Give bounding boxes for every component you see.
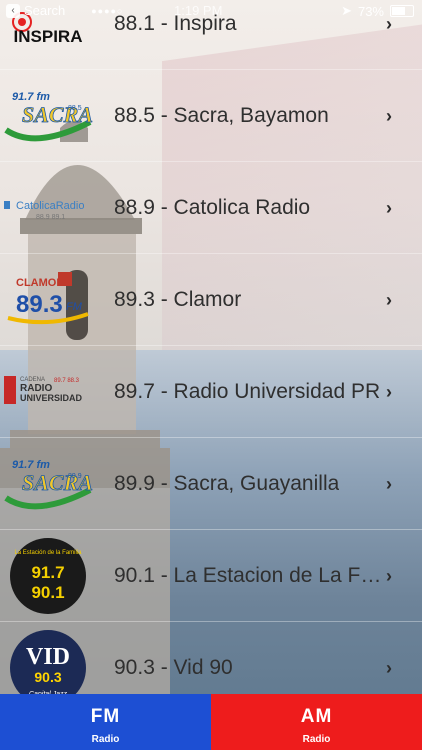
station-logo: CLAMOR 89.3 FM <box>0 260 96 340</box>
tab-am-sublabel: Radio <box>302 734 331 745</box>
station-logo-text: UNIVERSIDAD <box>20 393 83 403</box>
station-name: 89.9 - Sacra, Guayanilla <box>114 472 340 495</box>
station-row[interactable]: CADENA RADIO UNIVERSIDAD 89.7 88.3 89.7 … <box>0 346 422 438</box>
station-logo: CADENA RADIO UNIVERSIDAD 89.7 88.3 <box>0 352 96 432</box>
tab-am-radio[interactable]: AM Radio <box>211 694 422 750</box>
station-logo-text: SACRA <box>22 470 93 495</box>
chevron-right-icon: › <box>386 105 392 126</box>
back-to-search-link[interactable]: Search <box>24 3 65 18</box>
station-name: 90.1 - La Estacion de La Fa… <box>114 564 384 587</box>
chevron-right-icon: › <box>386 657 392 678</box>
chevron-right-icon: › <box>386 289 392 310</box>
station-name: 88.9 - Catolica Radio <box>114 196 311 219</box>
station-logo-text: VID <box>26 644 70 670</box>
station-logo-text: 88.5 <box>68 105 82 112</box>
station-logo-text: 89.3 <box>16 291 63 318</box>
station-row[interactable]: CatolicaRadio 88.9 89.1 88.9 - Catolica … <box>0 162 422 254</box>
station-name: 89.7 - Radio Universidad PR <box>114 380 381 403</box>
location-arrow-icon: ➤ <box>341 3 352 18</box>
station-logo: 91.7 fm SACRA 89.9 <box>0 444 96 524</box>
station-logo-text: La Estación de la Familia <box>14 550 82 556</box>
chevron-right-icon: › <box>386 565 392 586</box>
station-row[interactable]: CLAMOR 89.3 FM 89.3 - Clamor › <box>0 254 422 346</box>
station-name: 89.3 - Clamor <box>114 288 242 311</box>
station-logo-text: CatolicaRadio <box>16 200 84 212</box>
tab-fm-sublabel: Radio <box>91 734 120 745</box>
station-row[interactable]: La Estación de la Familia 91.7 90.1 90.1… <box>0 530 422 622</box>
back-arrow-icon[interactable]: ‹ <box>6 3 20 18</box>
station-logo-text: SACRA <box>22 102 93 127</box>
station-logo: La Estación de la Familia 91.7 90.1 <box>0 536 96 616</box>
tab-fm-radio[interactable]: FM Radio <box>0 694 211 750</box>
station-logo-text: CLAMOR <box>16 277 64 289</box>
station-logo-text: 88.9 89.1 <box>36 214 65 221</box>
chevron-right-icon: › <box>386 197 392 218</box>
chevron-right-icon: › <box>386 381 392 402</box>
signal-dots-icon: ●●●●○ <box>91 5 124 16</box>
station-logo-text: 89.7 88.3 <box>54 378 80 384</box>
tab-am-label: AM <box>300 706 333 727</box>
status-bar: ‹ Search ●●●●○ 1:19 PM ➤ 73% <box>0 0 422 22</box>
station-logo-text: FM <box>66 301 83 313</box>
station-list: INSPIRA 88.1 - Inspira › 91.7 fm SACRA 8… <box>0 0 422 714</box>
station-logo-text: 91.7 <box>31 563 64 582</box>
station-logo: CatolicaRadio 88.9 89.1 <box>0 168 96 248</box>
station-row[interactable]: 91.7 fm SACRA 88.5 88.5 - Sacra, Bayamon… <box>0 70 422 162</box>
status-time: 1:19 PM <box>174 3 223 18</box>
tab-bar: FM Radio AM Radio <box>0 694 422 750</box>
station-row[interactable]: 91.7 fm SACRA 89.9 89.9 - Sacra, Guayani… <box>0 438 422 530</box>
battery-percent: 73% <box>357 3 384 19</box>
station-name: 90.3 - Vid 90 <box>114 656 233 679</box>
station-logo: 91.7 fm SACRA 88.5 <box>0 76 96 156</box>
chevron-right-icon: › <box>386 473 392 494</box>
tab-fm-label: FM <box>90 706 121 727</box>
station-logo-text: 90.3 <box>34 669 61 685</box>
station-logo-text: 89.9 <box>68 473 82 480</box>
battery-icon <box>390 5 414 17</box>
station-logo-text: 90.1 <box>31 583 64 602</box>
station-logo-text: INSPIRA <box>14 27 83 46</box>
station-name: 88.5 - Sacra, Bayamon <box>114 104 329 127</box>
